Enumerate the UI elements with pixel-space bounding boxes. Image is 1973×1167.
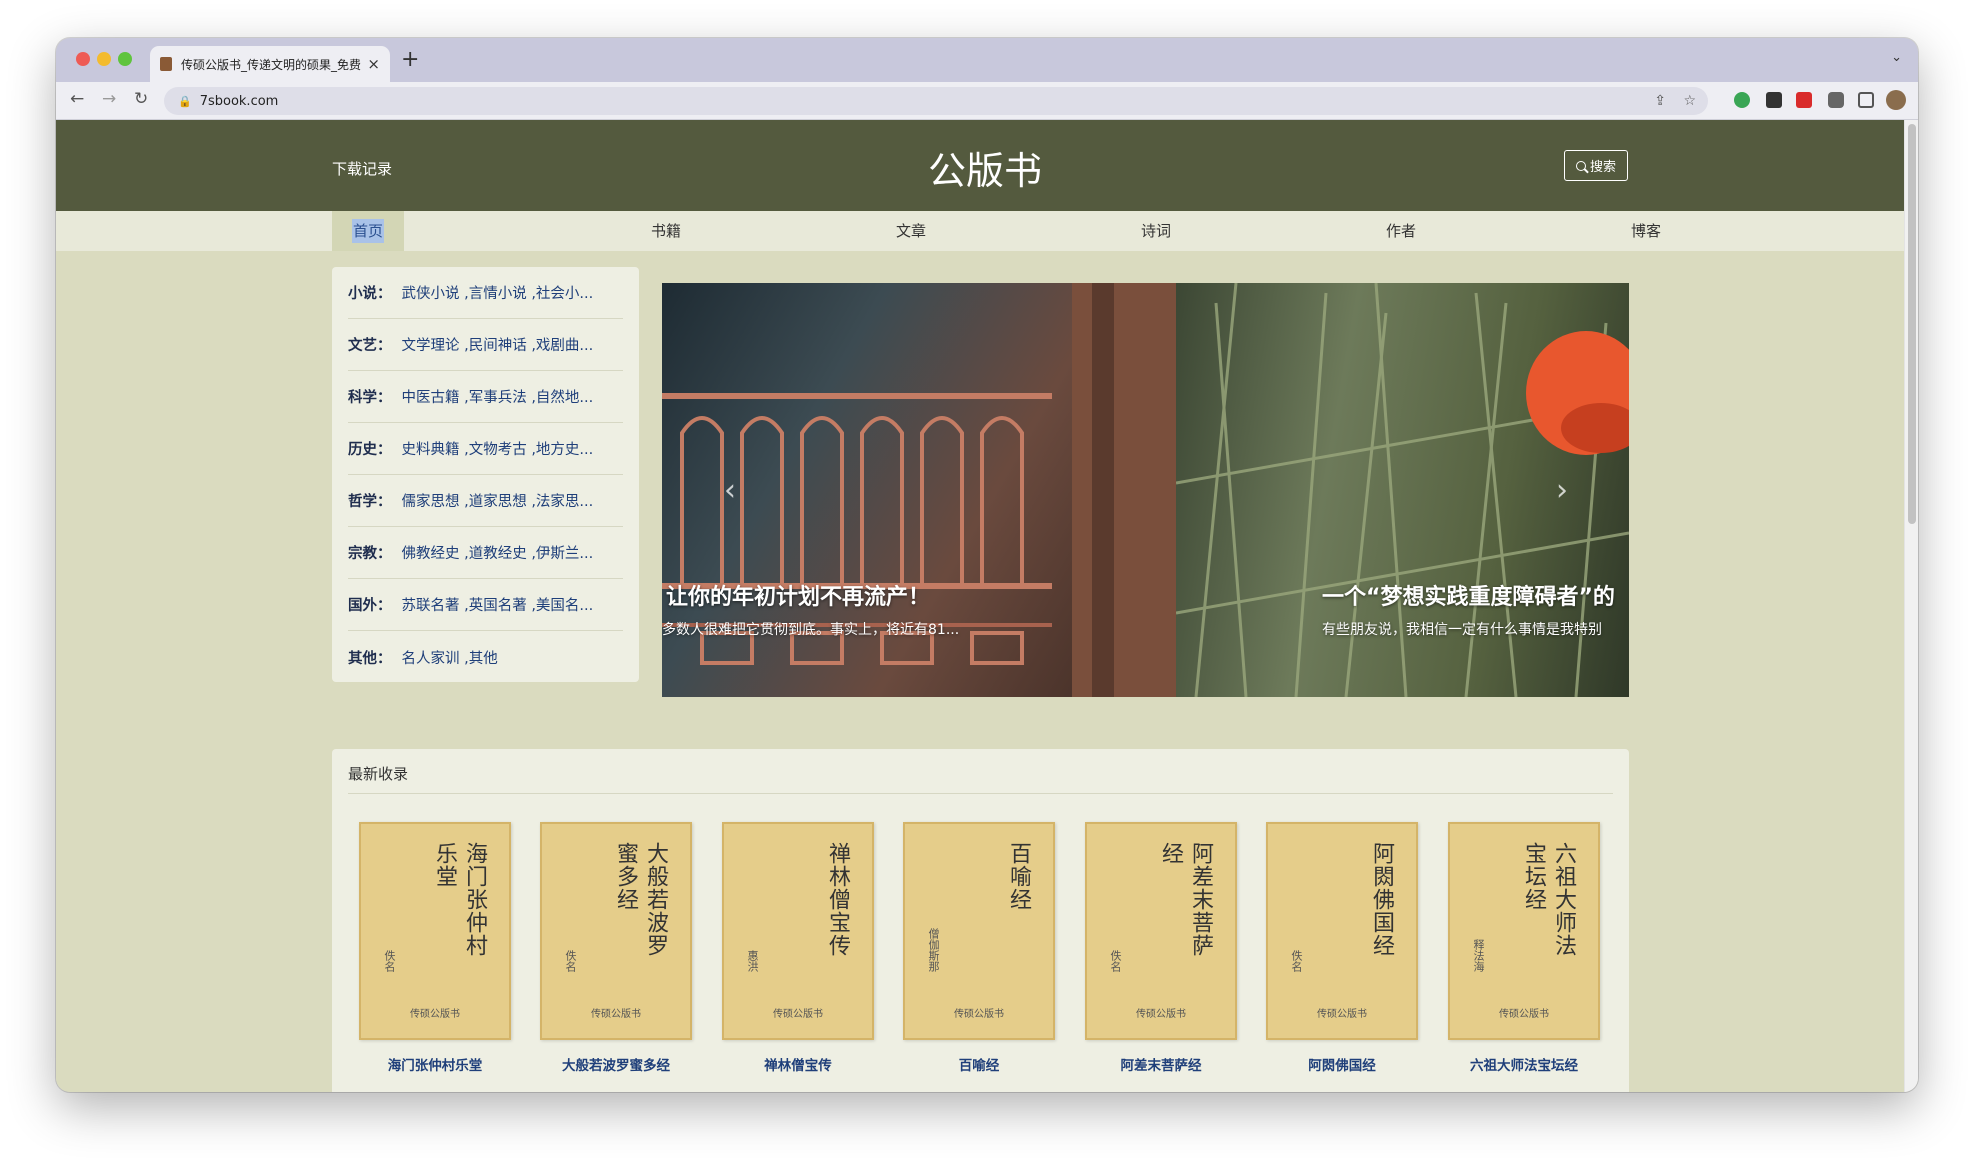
slide-description: 多数人很难把它贯彻到底。事实上，将近有81... <box>662 622 960 638</box>
category-links[interactable]: 史料典籍 ,文物考古 ,地方史... <box>402 438 594 459</box>
book-card[interactable]: 阿閦佛国经 佚名 传硕公版书 阿閦佛国经 <box>1266 822 1418 1074</box>
tab-strip: 传硕公版书_传递文明的硕果_免费 × + ⌄ <box>56 38 1918 82</box>
category-row[interactable]: 科学： 中医古籍 ,军事兵法 ,自然地... <box>348 371 623 423</box>
bookmark-star-icon[interactable]: ☆ <box>1683 93 1696 109</box>
back-button[interactable]: ← <box>70 89 84 109</box>
latest-books-section: 最新收录 海门张仲村乐堂 佚名 传硕公版书 海门张仲村乐堂 大般若波罗蜜多经 佚… <box>332 749 1629 1092</box>
divider <box>348 793 1613 794</box>
share-icon[interactable]: ⇪ <box>1654 93 1666 109</box>
carousel-prev-chevron-icon[interactable]: ‹ <box>724 473 736 508</box>
extension-x-icon[interactable] <box>1766 92 1782 108</box>
book-card[interactable]: 阿差末菩萨经 佚名 传硕公版书 阿差末菩萨经 <box>1085 822 1237 1074</box>
extensions-puzzle-icon[interactable] <box>1828 92 1844 108</box>
scrollbar-thumb[interactable] <box>1908 124 1916 524</box>
category-row[interactable]: 国外： 苏联名著 ,英国名著 ,美国名... <box>348 579 623 631</box>
category-row[interactable]: 文艺： 文学理论 ,民间神话 ,戏剧曲... <box>348 319 623 371</box>
slide-title[interactable]: 一个“梦想实践重度障碍者”的 <box>1322 579 1615 611</box>
browser-tab[interactable]: 传硕公版书_传递文明的硕果_免费 × <box>150 46 390 82</box>
tab-close-icon[interactable]: × <box>367 55 380 73</box>
profile-avatar[interactable] <box>1886 90 1906 110</box>
book-card[interactable]: 大般若波罗蜜多经 佚名 传硕公版书 大般若波罗蜜多经 <box>540 822 692 1074</box>
carousel-slide[interactable]: 一个“梦想实践重度障碍者”的 有些朋友说，我相信一定有什么事情是我特别 › <box>1176 283 1629 697</box>
nav-item-poems[interactable]: 诗词 <box>1106 211 1206 251</box>
banner-carousel: 让你的年初计划不再流产！ 多数人很难把它贯彻到底。事实上，将近有81... ‹ … <box>662 283 1629 697</box>
category-links[interactable]: 苏联名著 ,英国名著 ,美国名... <box>402 594 594 615</box>
category-links[interactable]: 武侠小说 ,言情小说 ,社会小... <box>402 282 594 303</box>
site-logo[interactable]: 公版书 <box>920 140 1050 195</box>
category-row[interactable]: 宗教： 佛教经史 ,道教经史 ,伊斯兰... <box>348 527 623 579</box>
nav-item-authors[interactable]: 作者 <box>1351 211 1451 251</box>
book-title-link[interactable]: 百喻经 <box>903 1054 1055 1074</box>
category-links[interactable]: 佛教经史 ,道教经史 ,伊斯兰... <box>402 542 594 563</box>
book-cover[interactable]: 海门张仲村乐堂 佚名 传硕公版书 <box>359 822 511 1040</box>
main-nav: 首页 书籍 文章 诗词 作者 博客 <box>56 211 1904 251</box>
nav-item-books[interactable]: 书籍 <box>616 211 716 251</box>
nav-item-home[interactable]: 首页 <box>332 211 404 251</box>
category-links[interactable]: 中医古籍 ,军事兵法 ,自然地... <box>402 386 594 407</box>
book-cover[interactable]: 禅林僧宝传 惠洪 传硕公版书 <box>722 822 874 1040</box>
nav-item-blog[interactable]: 博客 <box>1596 211 1696 251</box>
book-title-link[interactable]: 六祖大师法宝坛经 <box>1448 1054 1600 1074</box>
lock-icon: 🔒 <box>178 94 192 108</box>
page-content: 下载记录 公版书 搜索 首页 书籍 文章 诗词 作者 博客 小说： 武侠小说 ,言… <box>56 120 1904 1092</box>
book-card[interactable]: 六祖大师法宝坛经 释法海 传硕公版书 六祖大师法宝坛经 <box>1448 822 1600 1074</box>
minimize-window-button[interactable] <box>97 52 111 66</box>
extension-shield-icon[interactable] <box>1734 92 1750 108</box>
nav-item-articles[interactable]: 文章 <box>861 211 961 251</box>
extension-youtube-icon[interactable] <box>1796 92 1812 108</box>
tab-title: 传硕公版书_传递文明的硕果_免费 <box>181 57 362 72</box>
category-row[interactable]: 小说： 武侠小说 ,言情小说 ,社会小... <box>348 267 623 319</box>
slide-description: 有些朋友说，我相信一定有什么事情是我特别 <box>1322 622 1602 638</box>
book-title-link[interactable]: 阿差末菩萨经 <box>1085 1054 1237 1074</box>
book-title-link[interactable]: 阿閦佛国经 <box>1266 1054 1418 1074</box>
book-cover[interactable]: 阿閦佛国经 佚名 传硕公版书 <box>1266 822 1418 1040</box>
category-row[interactable]: 哲学： 儒家思想 ,道家思想 ,法家思... <box>348 475 623 527</box>
category-links[interactable]: 名人家训 ,其他 <box>402 647 498 668</box>
tab-list-chevron-icon[interactable]: ⌄ <box>1891 50 1902 65</box>
new-tab-button[interactable]: + <box>401 47 419 72</box>
search-icon <box>1575 160 1586 171</box>
page-scrollbar[interactable] <box>1904 120 1918 1092</box>
carousel-slide[interactable]: 让你的年初计划不再流产！ 多数人很难把它贯彻到底。事实上，将近有81... ‹ <box>662 283 1176 697</box>
close-window-button[interactable] <box>76 52 90 66</box>
book-card[interactable]: 禅林僧宝传 惠洪 传硕公版书 禅林僧宝传 <box>722 822 874 1074</box>
slide-title[interactable]: 让你的年初计划不再流产！ <box>666 579 930 611</box>
category-row[interactable]: 其他： 名人家训 ,其他 <box>348 631 623 683</box>
forward-button[interactable]: → <box>102 89 116 109</box>
book-cover[interactable]: 大般若波罗蜜多经 佚名 传硕公版书 <box>540 822 692 1040</box>
section-title: 最新收录 <box>348 765 409 783</box>
maximize-window-button[interactable] <box>118 52 132 66</box>
category-row[interactable]: 历史： 史料典籍 ,文物考古 ,地方史... <box>348 423 623 475</box>
category-links[interactable]: 文学理论 ,民间神话 ,戏剧曲... <box>402 334 594 355</box>
book-card[interactable]: 百喻经 僧伽斯那 传硕公版书 百喻经 <box>903 822 1055 1074</box>
search-button-label: 搜索 <box>1589 160 1616 175</box>
book-favicon-icon <box>160 57 172 71</box>
book-title-link[interactable]: 海门张仲村乐堂 <box>359 1054 511 1074</box>
book-title-link[interactable]: 大般若波罗蜜多经 <box>540 1054 692 1074</box>
search-button[interactable]: 搜索 <box>1564 150 1628 181</box>
book-cover[interactable]: 六祖大师法宝坛经 释法海 传硕公版书 <box>1448 822 1600 1040</box>
site-header: 下载记录 公版书 搜索 <box>56 120 1904 211</box>
browser-toolbar: ← → ↻ 🔒 7sbook.com ⇪ ☆ ⋮ <box>56 82 1918 120</box>
carousel-next-chevron-icon[interactable]: › <box>1556 473 1568 508</box>
url-text[interactable]: 7sbook.com <box>200 94 279 109</box>
side-panel-icon[interactable] <box>1858 92 1874 108</box>
address-bar[interactable]: 🔒 7sbook.com ⇪ ☆ <box>164 87 1708 115</box>
browser-window: 传硕公版书_传递文明的硕果_免费 × + ⌄ ← → ↻ 🔒 7sbook.co… <box>56 38 1918 1092</box>
category-links[interactable]: 儒家思想 ,道家思想 ,法家思... <box>402 490 594 511</box>
download-history-link[interactable]: 下载记录 <box>332 158 392 179</box>
book-cover[interactable]: 阿差末菩萨经 佚名 传硕公版书 <box>1085 822 1237 1040</box>
book-cover[interactable]: 百喻经 僧伽斯那 传硕公版书 <box>903 822 1055 1040</box>
reload-button[interactable]: ↻ <box>134 89 148 109</box>
book-card[interactable]: 海门张仲村乐堂 佚名 传硕公版书 海门张仲村乐堂 <box>359 822 511 1074</box>
book-title-link[interactable]: 禅林僧宝传 <box>722 1054 874 1074</box>
category-panel: 小说： 武侠小说 ,言情小说 ,社会小... 文艺： 文学理论 ,民间神话 ,戏剧曲… <box>332 267 639 682</box>
